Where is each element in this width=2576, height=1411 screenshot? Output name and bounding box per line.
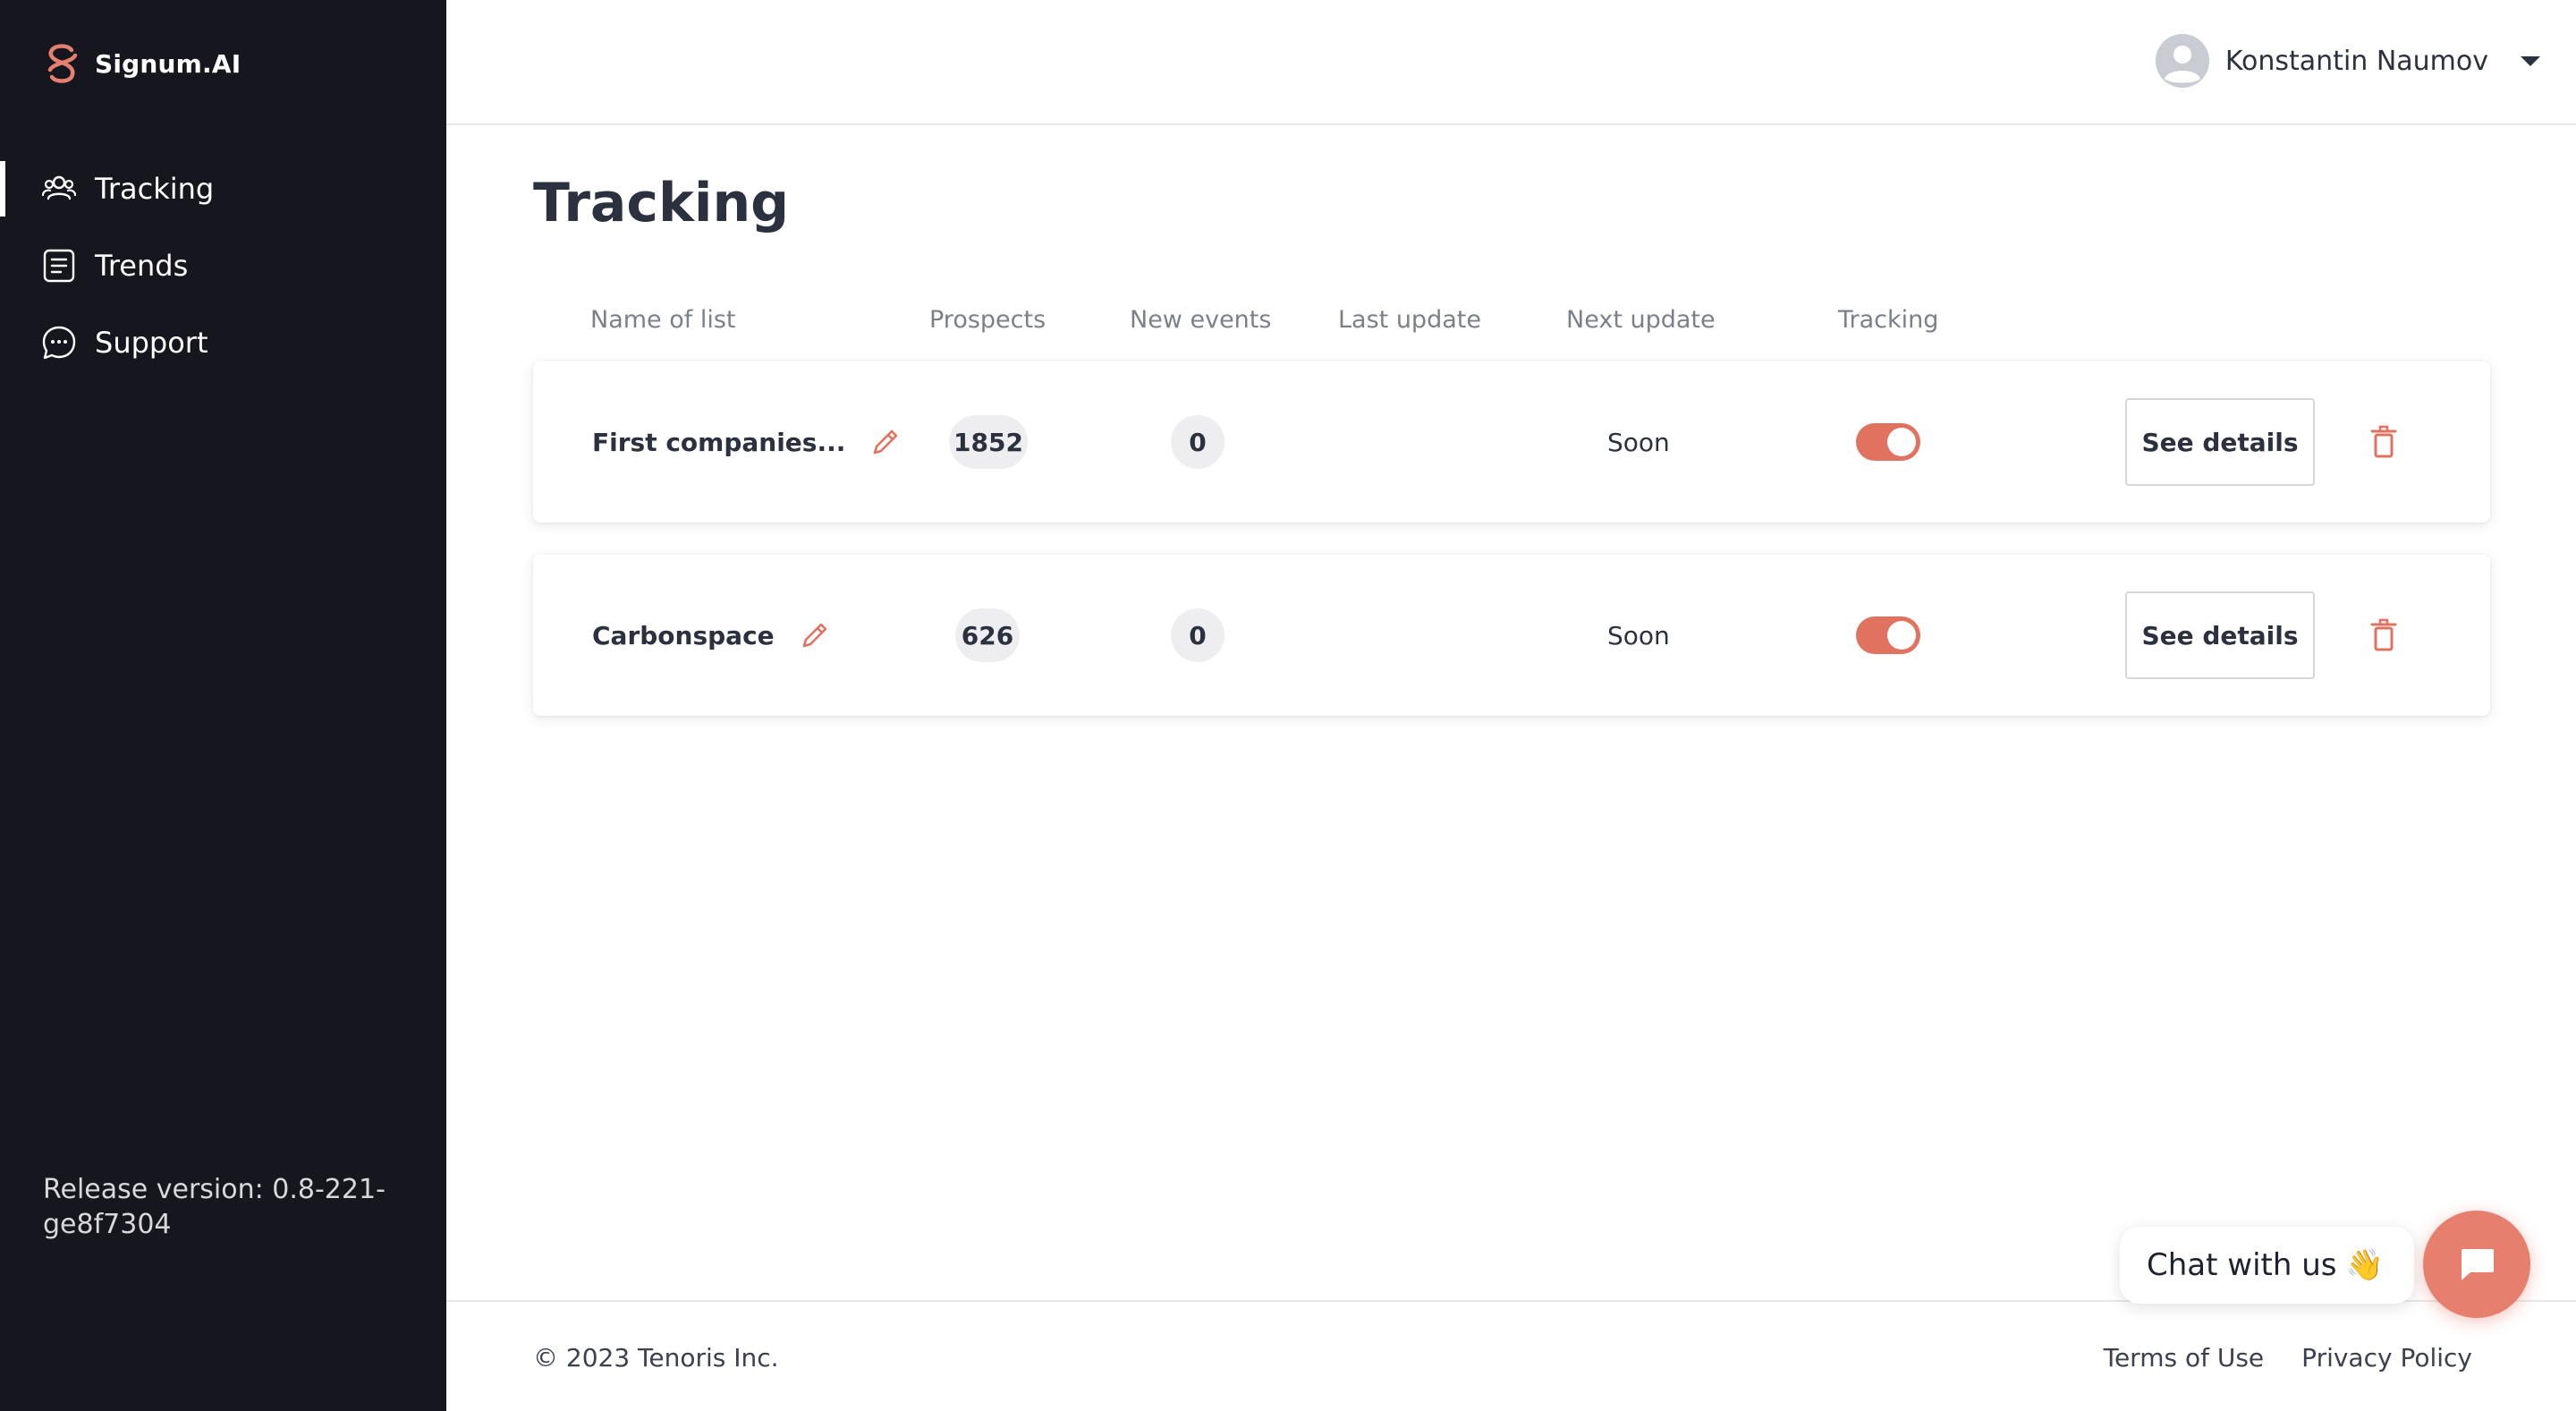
- trash-icon[interactable]: [2368, 617, 2399, 653]
- new-events-cell: 0: [1171, 555, 1224, 716]
- column-header-name: Name of list: [590, 306, 736, 334]
- next-update-cell: Soon: [1607, 361, 1670, 523]
- new-events-cell: 0: [1171, 361, 1224, 523]
- list-name-cell: First companies...: [592, 361, 901, 523]
- details-cell: See details: [2125, 555, 2315, 716]
- column-header-new-events: New events: [1130, 306, 1272, 334]
- chevron-down-icon[interactable]: [2521, 55, 2540, 66]
- toggle-knob: [1887, 428, 1916, 456]
- prospects-count: 1852: [949, 415, 1028, 469]
- see-details-button[interactable]: See details: [2125, 591, 2315, 679]
- table-row: First companies... 1852 0 Soon See detai…: [533, 361, 2490, 523]
- tracking-toggle[interactable]: [1856, 616, 1920, 654]
- avatar: [2155, 34, 2209, 88]
- page-title: Tracking: [533, 172, 790, 234]
- user-avatar-icon: [2155, 34, 2209, 88]
- sidebar-item-label: Support: [95, 326, 208, 360]
- new-events-count: 0: [1171, 415, 1224, 469]
- new-events-count: 0: [1171, 608, 1224, 662]
- next-update-value: Soon: [1607, 620, 1670, 650]
- sidebar-item-tracking[interactable]: Tracking: [0, 161, 446, 217]
- sidebar: Signum.AI Tracking Trends Support Releas…: [0, 0, 446, 1411]
- prospects-cell: 626: [955, 555, 1020, 716]
- prospects-count: 626: [955, 608, 1020, 662]
- user-menu[interactable]: Konstantin Naumov: [2155, 34, 2540, 88]
- next-update-cell: Soon: [1607, 555, 1670, 716]
- table-row: Carbonspace 626 0 Soon See details: [533, 555, 2490, 716]
- waving-hand-icon: 👋: [2345, 1247, 2384, 1283]
- copyright: © 2023 Tenoris Inc.: [533, 1343, 779, 1373]
- footer-links: Terms of Use Privacy Policy: [2104, 1343, 2472, 1373]
- sidebar-item-trends[interactable]: Trends: [0, 238, 446, 293]
- brand-name: Signum.AI: [95, 48, 242, 79]
- tracking-cell: [1856, 555, 1920, 716]
- tracking-cell: [1856, 361, 1920, 523]
- list-name-cell: Carbonspace: [592, 555, 830, 716]
- document-icon: [43, 249, 75, 283]
- tracking-toggle[interactable]: [1856, 423, 1920, 461]
- sidebar-item-label: Tracking: [95, 172, 215, 206]
- pencil-icon[interactable]: [800, 620, 830, 650]
- sidebar-item-label: Trends: [95, 249, 189, 283]
- see-details-button[interactable]: See details: [2125, 398, 2315, 486]
- next-update-value: Soon: [1607, 427, 1670, 457]
- signum-logo-icon: [47, 44, 78, 83]
- footer: © 2023 Tenoris Inc. Terms of Use Privacy…: [446, 1300, 2576, 1411]
- privacy-policy-link[interactable]: Privacy Policy: [2301, 1343, 2472, 1373]
- user-name: Konstantin Naumov: [2224, 45, 2488, 77]
- message-icon: [2462, 1249, 2494, 1280]
- details-cell: See details: [2125, 361, 2315, 523]
- chat-launcher-button[interactable]: [2423, 1211, 2530, 1318]
- column-header-next-update: Next update: [1566, 306, 1716, 334]
- users-icon: [41, 175, 77, 200]
- chat-label: Chat with us: [2147, 1247, 2337, 1283]
- delete-cell: [2368, 555, 2399, 716]
- list-name: First companies...: [592, 427, 846, 457]
- pencil-icon[interactable]: [870, 427, 901, 457]
- logo[interactable]: Signum.AI: [41, 41, 241, 86]
- top-bar: Konstantin Naumov: [446, 0, 2576, 125]
- column-header-last-update: Last update: [1338, 306, 1481, 334]
- release-version: Release version: 0.8-221-ge8f7304: [43, 1174, 386, 1240]
- trash-icon[interactable]: [2368, 424, 2399, 460]
- chat-with-us-bubble[interactable]: Chat with us 👋: [2120, 1227, 2414, 1304]
- delete-cell: [2368, 361, 2399, 523]
- column-header-tracking: Tracking: [1838, 306, 1939, 334]
- toggle-knob: [1887, 621, 1916, 650]
- column-header-prospects: Prospects: [929, 306, 1046, 334]
- prospects-cell: 1852: [949, 361, 1028, 523]
- list-name: Carbonspace: [592, 620, 775, 650]
- sidebar-item-support[interactable]: Support: [0, 315, 446, 370]
- terms-of-use-link[interactable]: Terms of Use: [2104, 1343, 2265, 1373]
- chat-icon: [42, 326, 76, 360]
